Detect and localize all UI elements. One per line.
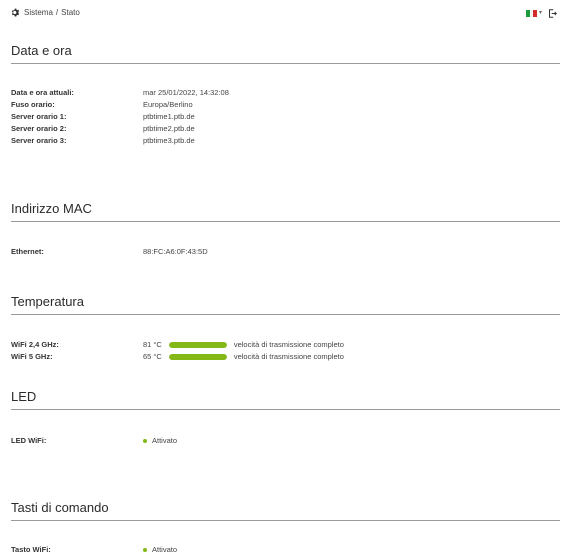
temperature-bar-fill <box>168 342 227 348</box>
status-group: Attivato <box>143 544 177 556</box>
list-item: LED WiFi: Attivato <box>11 435 560 447</box>
temperature-reading: 81 °C <box>143 340 162 349</box>
temperature-status: velocità di trasmissione completo <box>233 340 344 349</box>
italy-flag-icon[interactable] <box>525 10 537 17</box>
temperature-reading: 65 °C <box>143 352 162 361</box>
breadcrumb-parent[interactable]: Sistema <box>24 8 53 17</box>
status-text: Attivato <box>152 436 178 445</box>
list-item: Server orario 3: ptbtime3.ptb.de <box>11 135 560 147</box>
breadcrumb: Sistema / Stato <box>11 8 80 17</box>
gear-icon <box>11 8 20 17</box>
row-label: Ethernet: <box>11 247 44 256</box>
date-time-section: Data e ora Data e ora attuali: mar 25/01… <box>11 43 560 163</box>
buttons-section: Tasti di comando Tasto WiFi: Attivato <box>11 500 560 555</box>
section-title-date-time: Data e ora <box>11 43 560 64</box>
section-title-buttons: Tasti di comando <box>11 500 560 521</box>
row-value: ptbtime3.ptb.de <box>143 136 195 145</box>
temperature-value-group: 65 °C velocità di trasmissione completo <box>143 351 344 363</box>
section-title-mac: Indirizzo MAC <box>11 201 560 222</box>
row-value: ptbtime1.ptb.de <box>143 112 195 121</box>
temperature-value-group: 81 °C velocità di trasmissione completo <box>143 339 344 351</box>
row-label: Server orario 3: <box>11 136 67 145</box>
row-label: Server orario 1: <box>11 112 67 121</box>
temperature-section: Temperatura WiFi 2,4 GHz: 81 °C velocità… <box>11 294 560 374</box>
list-item: Server orario 2: ptbtime2.ptb.de <box>11 123 560 135</box>
row-label: Data e ora attuali: <box>11 88 74 97</box>
section-title-temperature: Temperatura <box>11 294 560 315</box>
logout-icon[interactable] <box>548 9 557 18</box>
list-item: WiFi 2,4 GHz: 81 °C velocità di trasmiss… <box>11 339 560 351</box>
temperature-bar <box>168 354 227 360</box>
status-dot-icon <box>143 439 147 443</box>
breadcrumb-current: Stato <box>61 8 80 17</box>
breadcrumb-separator: / <box>55 8 59 17</box>
header-actions: ▾ <box>525 9 557 18</box>
row-value: ptbtime2.ptb.de <box>143 124 195 133</box>
row-label: Fuso orario: <box>11 100 55 109</box>
row-label: Server orario 2: <box>11 124 67 133</box>
row-label: Tasto WiFi: <box>11 545 51 554</box>
temperature-bar-fill <box>168 354 227 360</box>
row-label: WiFi 2,4 GHz: <box>11 340 59 349</box>
top-bar: Sistema / Stato ▾ <box>0 0 561 26</box>
mac-section: Indirizzo MAC Ethernet: 88:FC:A6:0F:43:5… <box>11 201 560 266</box>
row-value: 88:FC:A6:0F:43:5D <box>143 247 208 256</box>
led-section: LED LED WiFi: Attivato <box>11 389 560 454</box>
list-item: WiFi 5 GHz: 65 °C velocità di trasmissio… <box>11 351 560 363</box>
row-label: WiFi 5 GHz: <box>11 352 53 361</box>
status-dot-icon <box>143 548 147 552</box>
list-item: Fuso orario: Europa/Berlino <box>11 99 560 111</box>
status-text: Attivato <box>152 545 178 554</box>
row-label: LED WiFi: <box>11 436 47 445</box>
status-group: Attivato <box>143 435 177 447</box>
section-title-led: LED <box>11 389 560 410</box>
list-item: Ethernet: 88:FC:A6:0F:43:5D <box>11 246 560 258</box>
row-value: Europa/Berlino <box>143 100 193 109</box>
list-item: Data e ora attuali: mar 25/01/2022, 14:3… <box>11 87 560 99</box>
chevron-down-icon[interactable]: ▾ <box>539 10 542 17</box>
temperature-status: velocità di trasmissione completo <box>233 352 344 361</box>
list-item: Server orario 1: ptbtime1.ptb.de <box>11 111 560 123</box>
temperature-bar <box>168 342 227 348</box>
row-value: mar 25/01/2022, 14:32:08 <box>143 88 229 97</box>
list-item: Tasto WiFi: Attivato <box>11 544 560 556</box>
